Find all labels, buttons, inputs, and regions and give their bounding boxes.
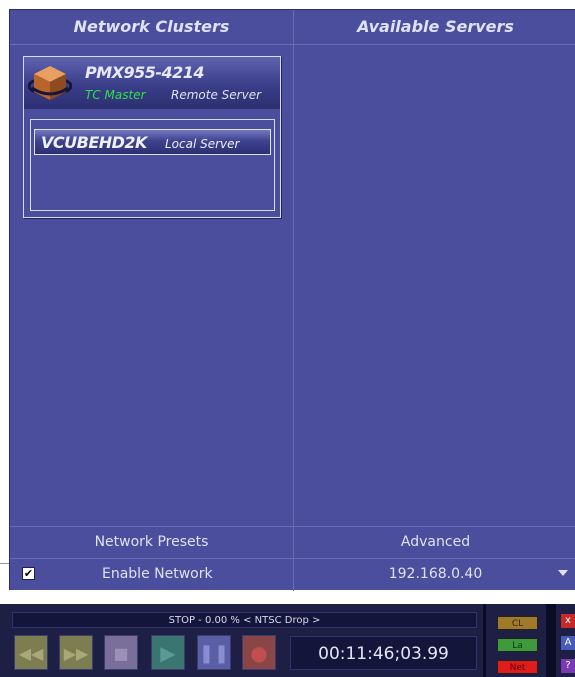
help-button[interactable]: ?: [561, 659, 575, 673]
timecode-display: 00:11:46;03.99: [290, 636, 477, 670]
stop-button[interactable]: ■: [104, 635, 138, 670]
cl-indicator[interactable]: CL: [497, 616, 538, 630]
ip-address-select[interactable]: 192.168.0.40: [294, 559, 575, 590]
transport-bar: STOP - 0.00 % < NTSC Drop > ◀◀ ▶▶ ■ ▶ ❚❚…: [0, 604, 575, 677]
net-indicator[interactable]: Net: [497, 660, 538, 674]
rewind-button[interactable]: ◀◀: [14, 635, 48, 670]
cluster-header[interactable]: PMX955-4214 TC Master Remote Server: [24, 57, 280, 109]
cluster-card[interactable]: PMX955-4214 TC Master Remote Server VCUB…: [23, 56, 281, 218]
server-cube-icon: [28, 66, 72, 100]
separator: [483, 604, 486, 677]
transport-status: STOP - 0.00 % < NTSC Drop >: [12, 612, 477, 628]
fast-forward-button[interactable]: ▶▶: [59, 635, 93, 670]
stop-icon: ■: [113, 644, 129, 663]
tc-master-label: TC Master: [85, 88, 146, 102]
local-server-name: VCUBEHD2K: [41, 133, 147, 152]
record-icon: ●: [250, 641, 268, 665]
fast-forward-icon: ▶▶: [63, 644, 89, 663]
remote-server-label: Remote Server: [171, 88, 262, 102]
record-button[interactable]: ●: [242, 635, 276, 670]
local-server-label: Local Server: [165, 137, 240, 151]
close-button[interactable]: x: [561, 614, 575, 628]
cluster-name: PMX955-4214: [85, 63, 205, 82]
la-indicator[interactable]: La: [497, 638, 538, 652]
a-button[interactable]: A: [561, 636, 575, 650]
advanced-button[interactable]: Advanced: [294, 527, 575, 558]
pause-button[interactable]: ❚❚: [197, 635, 231, 670]
edge-tick: [0, 563, 9, 564]
enable-network-checkbox[interactable]: ✔: [22, 567, 35, 580]
local-server-item[interactable]: VCUBEHD2K Local Server: [34, 129, 271, 155]
available-servers-header: Available Servers: [294, 10, 575, 45]
enable-network-label: Enable Network: [102, 566, 213, 582]
play-button[interactable]: ▶: [151, 635, 185, 670]
separator: [546, 604, 556, 677]
column-divider: [293, 44, 294, 526]
network-panel: Network Clusters Available Servers PMX95…: [9, 9, 575, 591]
network-presets-button[interactable]: Network Presets: [10, 527, 293, 558]
chevron-down-icon[interactable]: [558, 570, 568, 576]
pause-icon: ❚❚: [198, 643, 230, 664]
network-clusters-header: Network Clusters: [10, 10, 294, 45]
play-icon: ▶: [160, 641, 176, 665]
rewind-icon: ◀◀: [18, 644, 44, 663]
